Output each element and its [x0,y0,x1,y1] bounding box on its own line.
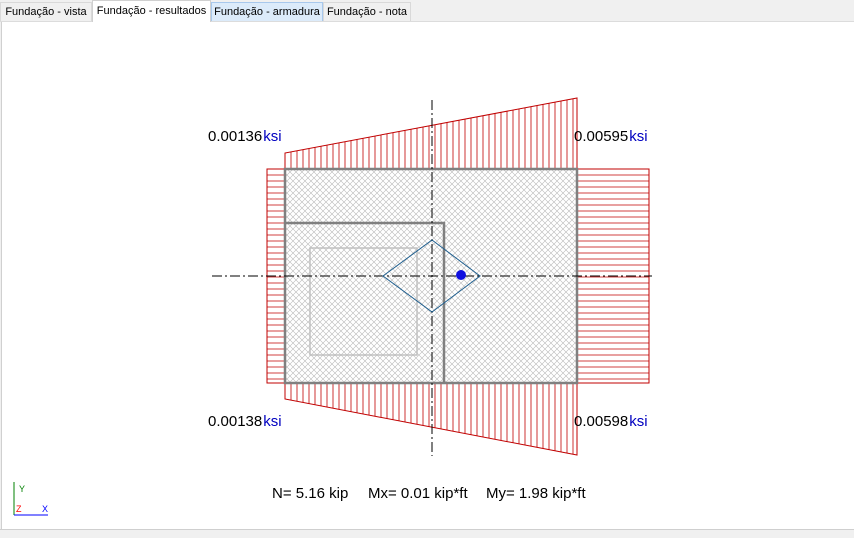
result-moment-x: Mx= 0.01 kip*ft [368,485,468,502]
tab-fundacao-vista[interactable]: Fundação - vista [0,2,92,21]
stress-outline [284,382,578,456]
stress-label-top-left: 0.00136ksi [208,128,282,145]
result-axial-force: N= 5.16 kip [272,485,348,502]
stress-label-bottom-left: 0.00138ksi [208,413,282,430]
result-moment-y: My= 1.98 kip*ft [486,485,586,502]
svg-text:Y: Y [19,484,25,494]
svg-text:Z: Z [16,504,22,514]
stress-outline [284,97,578,170]
tab-fundacao-armadura[interactable]: Fundação - armadura [211,2,323,21]
stress-diagram-bottom [284,382,578,456]
results-panel: 0.00136ksi 0.00595ksi 0.00138ksi 0.00598… [1,22,854,529]
load-point [456,270,466,280]
tab-fundacao-nota[interactable]: Fundação - nota [323,2,411,21]
stress-label-top-right: 0.00595ksi [574,128,648,145]
stress-label-bottom-right: 0.00598ksi [574,413,648,430]
svg-text:X: X [42,504,48,514]
stress-diagram-top [284,97,578,170]
axis-triad-icon: Y Z X [13,482,48,516]
tab-bar: Fundação - vista Fundação - resultados F… [0,0,854,22]
tab-fundacao-resultados[interactable]: Fundação - resultados [92,0,211,22]
foundation-results-drawing: 0.00136ksi 0.00595ksi 0.00138ksi 0.00598… [13,97,652,516]
